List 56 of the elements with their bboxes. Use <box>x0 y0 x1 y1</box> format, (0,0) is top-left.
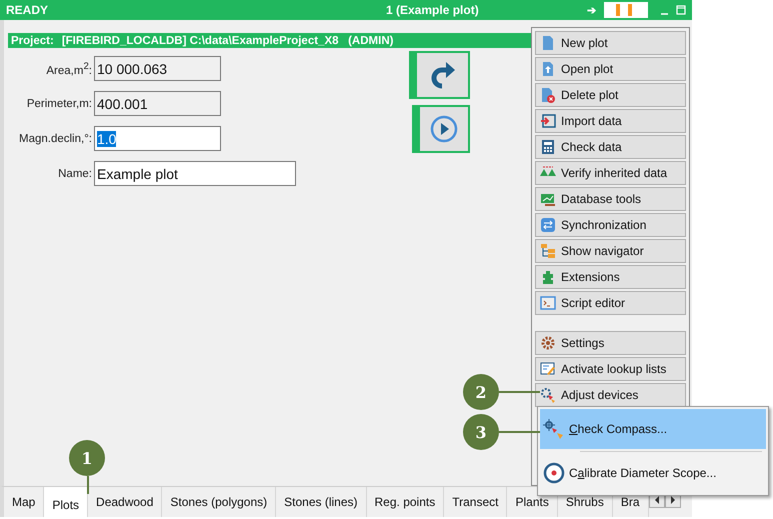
field-label: Magn.declin,°: <box>18 132 92 144</box>
command-button[interactable]: Extensions <box>535 265 686 289</box>
document-delete-icon <box>540 87 556 103</box>
field-label: Area,m$^{2}$: <box>45 60 92 76</box>
redo-button[interactable] <box>409 51 470 99</box>
command-button[interactable]: Verify inherited data <box>535 161 686 185</box>
command-button[interactable]: Settings <box>535 331 686 355</box>
command-button[interactable]: Activate lookup lists <box>535 357 686 381</box>
document-icon <box>540 35 556 51</box>
callout-number: 3 <box>463 414 499 450</box>
callout-number: 2 <box>463 374 499 410</box>
project-label: Project: <box>11 34 54 46</box>
command-button[interactable]: Show navigator <box>535 239 686 263</box>
document-upload-icon <box>540 61 556 77</box>
compass-icon <box>543 418 565 439</box>
tab[interactable]: Plots <box>44 487 88 517</box>
sync-icon <box>540 217 556 233</box>
window-title: 1 (Example plot) <box>386 3 480 17</box>
command-button[interactable]: Synchronization <box>535 213 686 237</box>
import-icon <box>540 113 556 129</box>
field-label: Name: <box>57 168 92 180</box>
project-path: [FIREBIRD_LOCALDB] C:\data\ExampleProject_X8 (ADMIN) <box>62 34 394 46</box>
redo-icon <box>430 60 456 90</box>
pause-icon[interactable] <box>604 2 648 18</box>
field-label: Perimeter,m: <box>26 98 92 110</box>
leader-line <box>499 431 540 433</box>
gear-icon <box>540 335 556 351</box>
command-button[interactable]: Delete plot <box>535 83 686 107</box>
input-field[interactable]: Example plot <box>94 161 296 186</box>
play-button[interactable] <box>412 105 470 153</box>
chart-icon <box>540 191 556 207</box>
menu-item[interactable]: Check Compass... <box>540 409 766 448</box>
input-field[interactable]: 1.0 <box>94 126 221 151</box>
leader-line <box>87 476 89 494</box>
command-button[interactable]: Adjust devices <box>535 383 686 407</box>
tree-structure-icon <box>540 243 556 259</box>
input-field[interactable]: 400.001 <box>94 91 221 116</box>
command-button[interactable]: Script editor <box>535 291 686 315</box>
command-button[interactable]: Check data <box>535 135 686 159</box>
puzzle-icon <box>540 269 556 285</box>
command-button[interactable]: Open plot <box>535 57 686 81</box>
right-arrow-icon <box>670 496 676 504</box>
terminal-icon <box>540 295 556 311</box>
command-button[interactable]: Import data <box>535 109 686 133</box>
command-button[interactable]: Database tools <box>535 187 686 211</box>
leader-line <box>499 391 540 393</box>
status-text: READY <box>6 3 50 17</box>
command-button[interactable]: New plot <box>535 31 686 55</box>
devices-icon <box>540 387 556 403</box>
callout-number: 1 <box>69 440 105 476</box>
maximize-icon[interactable] <box>676 5 686 15</box>
list-edit-icon <box>540 361 556 377</box>
play-icon <box>429 114 459 144</box>
target-icon <box>543 462 565 484</box>
input-field[interactable]: 10 000.063 <box>94 56 221 81</box>
calculator-icon <box>540 139 556 155</box>
